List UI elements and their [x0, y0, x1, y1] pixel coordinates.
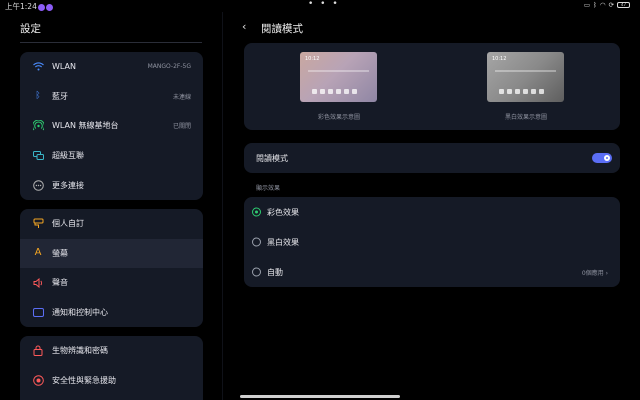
pane-divider: [222, 12, 223, 400]
battery-icon: 47: [617, 2, 630, 8]
multitask-dots[interactable]: • • •: [308, 0, 340, 9]
sidebar-item-safety[interactable]: 安全性與緊急援助: [20, 366, 203, 396]
sidebar-item-label: 螢幕: [52, 248, 68, 258]
notification-icon: [32, 307, 44, 319]
status-bar: 上午1:24 • • • ▭ ᛒ ◠ ⟳ 47: [0, 0, 640, 12]
sidebar-item-sound[interactable]: 聲音: [20, 268, 203, 298]
display-effect-options: 彩色效果 黑白效果 自動 0個應用 ›: [244, 197, 620, 287]
sidebar-item-label: 安全性與緊急援助: [52, 375, 116, 385]
notification-badge-icon: [37, 3, 45, 11]
page-title: 閱讀模式: [261, 23, 303, 35]
sidebar-item-display[interactable]: A 螢幕: [20, 238, 203, 269]
sidebar-item-super-connect[interactable]: 超級互聯: [20, 141, 203, 171]
chevron-left-icon: ‹: [242, 20, 247, 33]
app-count[interactable]: 0個應用 ›: [582, 268, 608, 277]
bluetooth-status-icon: ᛒ: [592, 1, 597, 9]
sidebar-item-notifications[interactable]: 通知和控制中心: [20, 298, 203, 327]
wlan-network-name: MANGO-2F-5G: [147, 63, 191, 71]
bluetooth-status: 未連線: [172, 93, 191, 101]
personalization-group: 個人自訂 A 螢幕 聲音 通知和控制中心: [20, 209, 203, 327]
reading-mode-row[interactable]: 閱讀模式: [244, 143, 620, 173]
sidebar-item-label: WLAN 無線基地台: [52, 121, 119, 131]
sidebar-item-label: 超級互聯: [52, 151, 84, 161]
sidebar-item-label: 藍牙: [52, 91, 68, 101]
link-icon: [32, 150, 44, 162]
option-label: 自動: [267, 267, 283, 277]
status-icons: ▭ ᛒ ◠ ⟳ 47: [584, 1, 630, 9]
reading-mode-switch[interactable]: [592, 153, 612, 163]
sidebar-item-hotspot[interactable]: WLAN 無線基地台 已關閉: [20, 111, 203, 141]
brush-icon: [32, 218, 44, 230]
hotspot-status: 已關閉: [172, 123, 191, 131]
mono-preview-label: 黑白效果示意圖: [504, 114, 547, 121]
sidebar-item-wlan[interactable]: WLAN MANGO-2F-5G: [20, 52, 203, 82]
option-auto[interactable]: 自動 0個應用 ›: [244, 257, 620, 287]
sidebar-item-personalize[interactable]: 個人自訂: [20, 209, 203, 239]
wifi-icon: [32, 61, 44, 73]
preview-widget: [495, 70, 556, 72]
sidebar-item-bluetooth[interactable]: ᛒ 藍牙 未連線: [20, 82, 203, 112]
rotation-icon: ⟳: [608, 1, 614, 9]
reading-mode-label: 閱讀模式: [256, 153, 288, 163]
color-preview-label: 彩色效果示意圖: [317, 114, 360, 121]
preview-time: 10:12: [305, 56, 320, 62]
preview-dock: [312, 89, 365, 96]
security-group: 生物辨識和密碼 安全性與緊急援助: [20, 336, 203, 400]
settings-title: 設定: [20, 23, 41, 35]
sidebar-item-more-connections[interactable]: 更多連接: [20, 170, 203, 200]
more-icon: [32, 179, 44, 191]
sidebar-item-label: 更多連接: [52, 180, 84, 190]
option-mono-effect[interactable]: 黑白效果: [244, 227, 620, 257]
home-indicator[interactable]: [240, 395, 400, 398]
status-time: 上午1:24: [5, 1, 53, 12]
connectivity-group: WLAN MANGO-2F-5G ᛒ 藍牙 未連線 WLAN 無線基地台 已關閉…: [20, 52, 203, 200]
sidebar-item-biometrics[interactable]: 生物辨識和密碼: [20, 336, 203, 366]
preview-card: 10:12 彩色效果示意圖 10:12 黑白效果示意圖: [244, 43, 620, 130]
scroll-divider: [20, 42, 202, 43]
hotspot-icon: [32, 120, 44, 132]
sidebar-item-label: 通知和控制中心: [52, 308, 108, 318]
sos-icon: [32, 374, 44, 386]
sidebar-item-label: WLAN: [52, 62, 77, 72]
sidebar-item-label: 聲音: [52, 278, 68, 288]
preview-dock: [499, 89, 552, 96]
mono-preview-image: 10:12: [487, 52, 564, 102]
screen-icon: ▭: [583, 1, 590, 9]
app-badge-icon: [45, 3, 53, 11]
section-label: 顯示效果: [256, 185, 281, 192]
option-label: 黑白效果: [267, 237, 299, 247]
preview-time: 10:12: [492, 56, 507, 62]
radio-icon[interactable]: [252, 267, 261, 277]
back-button[interactable]: ‹: [242, 20, 246, 33]
lock-icon: [32, 345, 44, 357]
option-color-effect[interactable]: 彩色效果: [244, 197, 620, 227]
option-label: 彩色效果: [267, 207, 299, 217]
color-preview-image: 10:12: [300, 52, 377, 102]
wifi-status-icon: ◠: [599, 1, 606, 9]
bluetooth-icon: ᛒ: [35, 90, 41, 101]
sidebar-item-label: 生物辨識和密碼: [52, 346, 108, 356]
display-icon: A: [34, 247, 42, 259]
speaker-icon: [32, 277, 44, 289]
sidebar-item-label: 個人自訂: [52, 219, 84, 229]
preview-widget: [308, 70, 369, 72]
radio-icon[interactable]: [252, 237, 261, 247]
radio-selected-icon[interactable]: [252, 207, 261, 217]
